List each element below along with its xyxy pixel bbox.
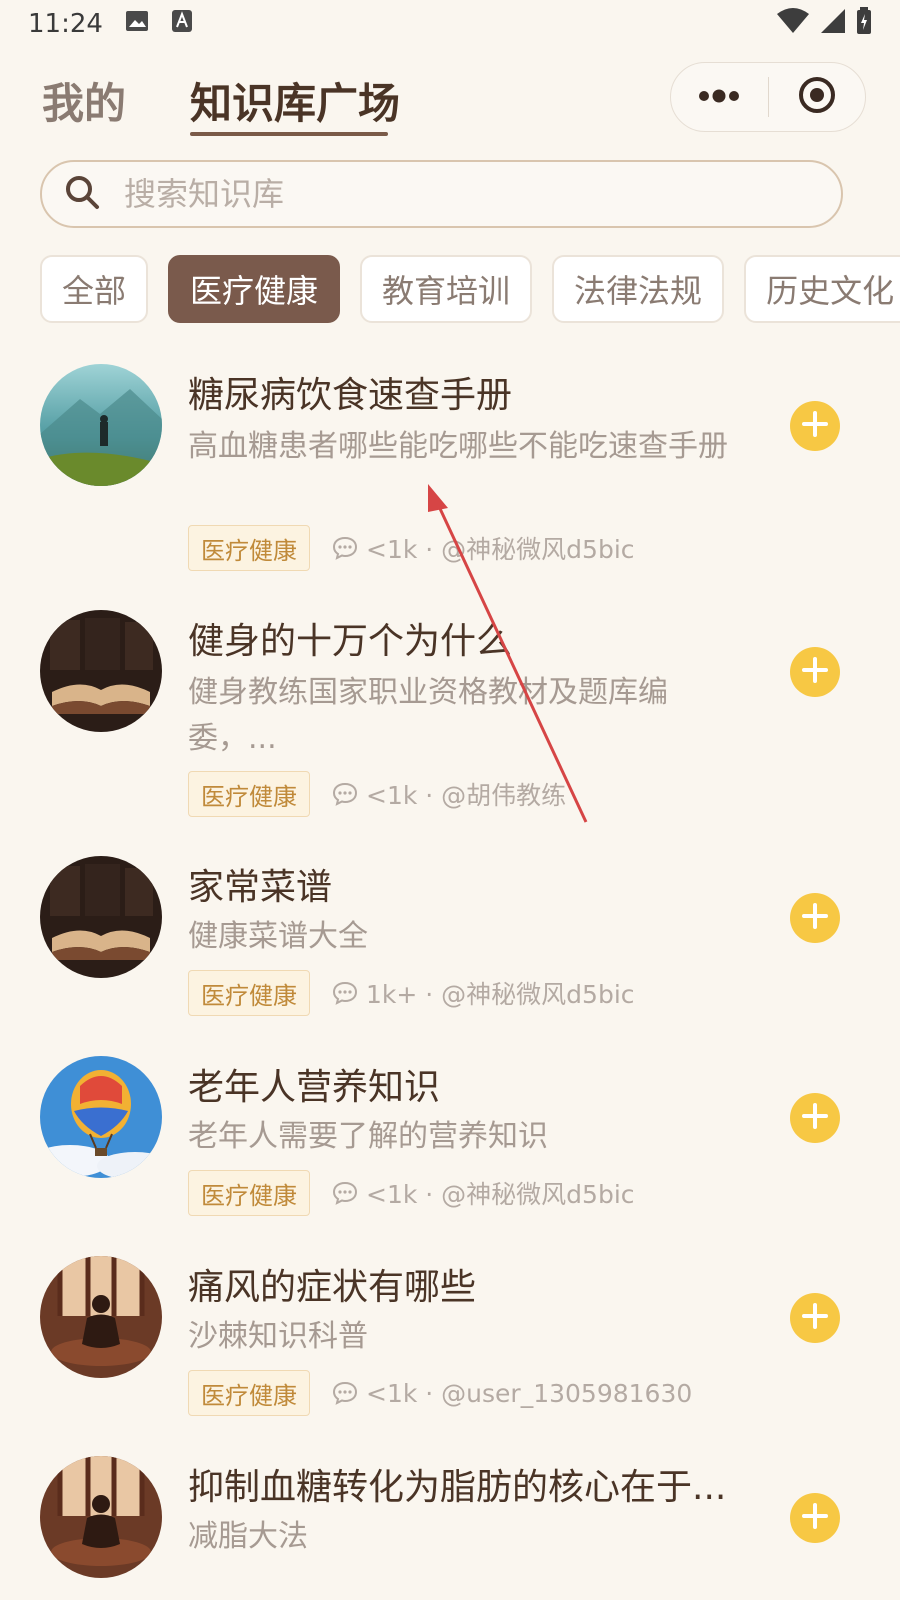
item-description: 高血糖患者哪些能吃哪些不能吃速查手册: [188, 429, 728, 464]
add-button[interactable]: [790, 647, 840, 697]
plus-icon: [800, 409, 830, 443]
item-stats: <1k · @神秘微风d5bic: [366, 1180, 635, 1209]
item-meta: 医疗健康 <1k · @胡伟教练: [188, 771, 566, 817]
avatar-open-book: [40, 856, 162, 978]
item-title: 痛风的症状有哪些: [188, 1267, 477, 1308]
item-description: 老年人需要了解的营养知识: [188, 1119, 548, 1154]
item-title: 家常菜谱: [188, 867, 333, 908]
item-stats: <1k · @user_1305981630: [366, 1378, 693, 1408]
tab-mine[interactable]: 我的: [42, 70, 126, 131]
more-button[interactable]: [671, 63, 768, 131]
item-description: 沙棘知识科普: [188, 1319, 368, 1354]
avatar-hot-air-balloon: [40, 1056, 162, 1178]
item-title: 抑制血糖转化为脂肪的核心在于...: [188, 1467, 727, 1508]
add-button[interactable]: [790, 1093, 840, 1143]
avatar-meditation: [40, 1456, 162, 1578]
item-description: 健康菜谱大全: [188, 919, 368, 954]
avatar-meditation: [40, 1256, 162, 1378]
plus-icon: [800, 1301, 830, 1335]
header: 我的 知识库广场: [0, 60, 900, 140]
category-chips: 全部 医疗健康 教育培训 法律法规 历史文化: [40, 255, 900, 323]
comment-icon: [332, 536, 358, 560]
chip-law[interactable]: 法律法规: [552, 255, 725, 323]
item-stats: <1k · @胡伟教练: [366, 781, 567, 810]
search-icon: [64, 174, 100, 214]
category-tag: 医疗健康: [188, 970, 310, 1016]
list-item[interactable]: 健身的十万个为什么 健身教练国家职业资格教材及题库编委，... 医疗健康 <1k…: [0, 608, 900, 828]
list-item[interactable]: 家常菜谱 健康菜谱大全 医疗健康 1k+ · @神秘微风d5bic: [0, 854, 900, 1034]
search-input[interactable]: [122, 174, 742, 214]
list-item[interactable]: 糖尿病饮食速查手册 高血糖患者哪些能吃哪些不能吃速查手册 医疗健康 <1k · …: [0, 362, 900, 582]
item-description: 减脂大法: [188, 1519, 308, 1554]
item-title: 健身的十万个为什么: [188, 621, 513, 662]
mini-program-capsule: [670, 62, 866, 132]
comment-icon: [332, 981, 358, 1005]
plus-icon: [800, 1501, 830, 1535]
gallery-icon: [125, 9, 149, 39]
comment-icon: [332, 782, 358, 806]
avatar-open-book: [40, 610, 162, 732]
add-button[interactable]: [790, 1493, 840, 1543]
category-tag: 医疗健康: [188, 1370, 310, 1416]
add-button[interactable]: [790, 893, 840, 943]
chip-education[interactable]: 教育培训: [360, 255, 533, 323]
category-tag: 医疗健康: [188, 525, 310, 571]
target-circle-icon: [797, 75, 837, 119]
chip-all[interactable]: 全部: [40, 255, 149, 323]
list-item[interactable]: 老年人营养知识 老年人需要了解的营养知识 医疗健康 <1k · @神秘微风d5b…: [0, 1054, 900, 1234]
status-time: 11:24: [28, 9, 103, 39]
item-meta: 医疗健康 <1k · @神秘微风d5bic: [188, 1170, 635, 1216]
item-stats: 1k+ · @神秘微风d5bic: [366, 980, 635, 1009]
item-stats: <1k · @神秘微风d5bic: [366, 535, 635, 564]
wifi-icon: [776, 7, 810, 41]
add-button[interactable]: [790, 1293, 840, 1343]
item-title: 老年人营养知识: [188, 1067, 441, 1108]
avatar-mountain-hiker: [40, 364, 162, 486]
plus-icon: [800, 655, 830, 689]
item-meta: 医疗健康 <1k · @user_1305981630: [188, 1370, 692, 1416]
comment-icon: [332, 1181, 358, 1205]
item-meta: 医疗健康 1k+ · @神秘微风d5bic: [188, 970, 635, 1016]
active-tab-indicator: [190, 132, 388, 136]
more-dots-icon: [697, 88, 741, 107]
item-meta: 医疗健康 <1k · @神秘微风d5bic: [188, 525, 635, 571]
plus-icon: [800, 1101, 830, 1135]
comment-icon: [332, 1381, 358, 1405]
list-item[interactable]: 抑制血糖转化为脂肪的核心在于... 减脂大法: [0, 1454, 900, 1600]
search-bar[interactable]: [40, 160, 843, 228]
close-miniprogram-button[interactable]: [769, 63, 866, 131]
status-bar: 11:24: [0, 0, 900, 48]
battery-charging-icon: [856, 6, 872, 42]
font-a-icon: [171, 9, 193, 40]
plus-icon: [800, 901, 830, 935]
cellular-signal-icon: [820, 8, 846, 41]
item-description: 健身教练国家职业资格教材及题库编委，...: [188, 675, 668, 756]
list-item[interactable]: 痛风的症状有哪些 沙棘知识科普 医疗健康 <1k · @user_1305981…: [0, 1254, 900, 1434]
add-button[interactable]: [790, 401, 840, 451]
item-title: 糖尿病饮食速查手册: [188, 375, 513, 416]
chip-history-culture[interactable]: 历史文化: [744, 255, 900, 323]
chip-medical-health[interactable]: 医疗健康: [168, 255, 341, 323]
category-tag: 医疗健康: [188, 771, 310, 817]
category-tag: 医疗健康: [188, 1170, 310, 1216]
tab-knowledge-square[interactable]: 知识库广场: [190, 70, 400, 131]
